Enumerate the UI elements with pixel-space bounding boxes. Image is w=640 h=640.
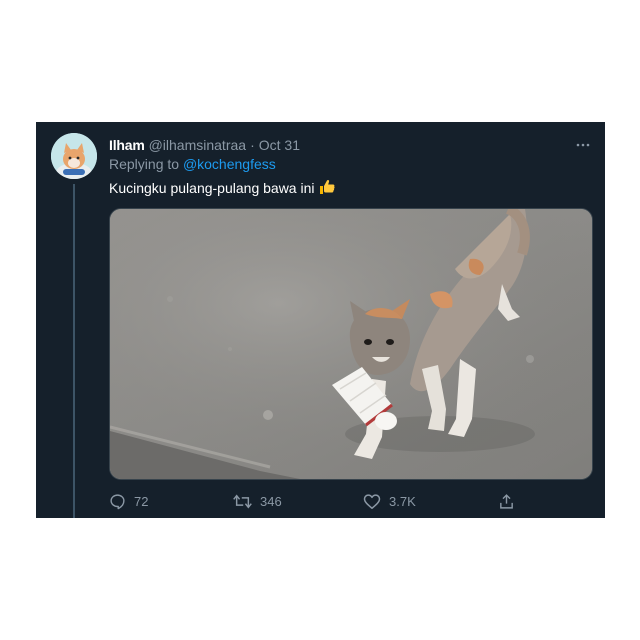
display-name[interactable]: Ilham bbox=[109, 137, 145, 153]
thumbs-up-emoji-icon bbox=[318, 178, 336, 199]
share-button[interactable] bbox=[498, 490, 515, 512]
avatar-cat-icon bbox=[51, 133, 97, 179]
tweet-actions: 72 346 3.7K bbox=[109, 490, 529, 512]
thread-line bbox=[73, 184, 75, 518]
reply-button[interactable]: 72 bbox=[109, 490, 148, 512]
like-count: 3.7K bbox=[389, 493, 416, 509]
user-handle[interactable]: @ilhamsinatraa bbox=[149, 137, 246, 153]
tweet-card[interactable]: Ilham @ilhamsinatraa · Oct 31 Replying t… bbox=[36, 122, 605, 518]
tweet-text: Kucingku pulang-pulang bawa ini bbox=[109, 177, 336, 199]
reply-icon bbox=[109, 493, 126, 510]
retweet-icon bbox=[233, 493, 252, 510]
replying-to-link[interactable]: @kochengfess bbox=[183, 156, 276, 172]
reply-count: 72 bbox=[134, 493, 149, 509]
like-button[interactable]: 3.7K bbox=[363, 490, 416, 512]
replying-prefix: Replying to bbox=[109, 156, 180, 172]
tweet-date[interactable]: Oct 31 bbox=[259, 137, 300, 153]
retweet-button[interactable]: 346 bbox=[233, 490, 282, 512]
separator-dot: · bbox=[250, 137, 255, 153]
retweet-count: 346 bbox=[260, 493, 282, 509]
cat-with-shuttlecock-photo bbox=[110, 209, 592, 479]
avatar[interactable] bbox=[51, 133, 97, 179]
share-icon bbox=[498, 493, 515, 510]
heart-icon bbox=[363, 493, 381, 510]
more-options-icon[interactable] bbox=[573, 135, 593, 155]
tweet-media-photo[interactable] bbox=[109, 208, 593, 480]
tweet-body: Kucingku pulang-pulang bawa ini bbox=[109, 180, 315, 196]
replying-to: Replying to @kochengfess bbox=[109, 156, 276, 176]
tweet-header: Ilham @ilhamsinatraa · Oct 31 bbox=[109, 135, 593, 155]
